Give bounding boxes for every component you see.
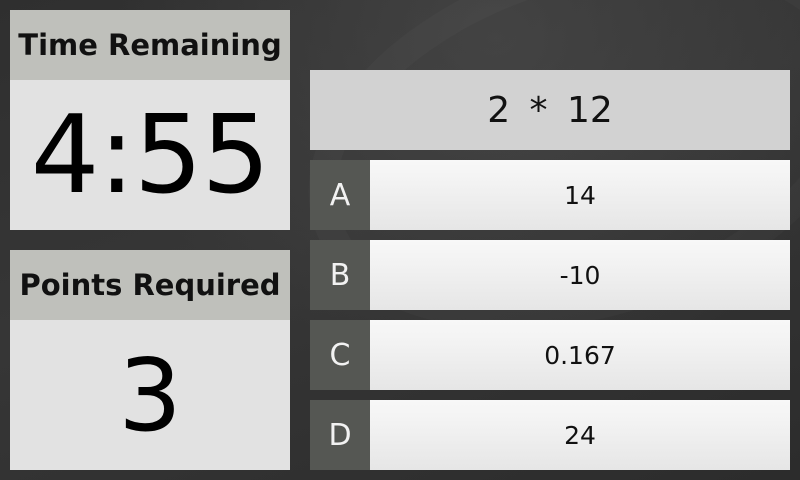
- timer-value: 4:55: [30, 92, 271, 218]
- timer-panel: Time Remaining 4:55: [10, 10, 290, 230]
- answer-letter: C: [310, 320, 370, 390]
- answer-value[interactable]: 14: [370, 160, 790, 230]
- answer-letter: B: [310, 240, 370, 310]
- answer-value[interactable]: 24: [370, 400, 790, 470]
- answer-letter: A: [310, 160, 370, 230]
- answer-option-c[interactable]: C 0.167: [310, 320, 790, 390]
- answer-value[interactable]: 0.167: [370, 320, 790, 390]
- answer-option-b[interactable]: B -10: [310, 240, 790, 310]
- points-panel: Points Required 3: [10, 250, 290, 470]
- timer-label: Time Remaining: [10, 10, 290, 80]
- answer-option-d[interactable]: D 24: [310, 400, 790, 470]
- answer-value[interactable]: -10: [370, 240, 790, 310]
- question-display: 2 * 12: [310, 70, 790, 150]
- answer-letter: D: [310, 400, 370, 470]
- points-label: Points Required: [10, 250, 290, 320]
- answer-option-a[interactable]: A 14: [310, 160, 790, 230]
- points-value: 3: [118, 336, 182, 454]
